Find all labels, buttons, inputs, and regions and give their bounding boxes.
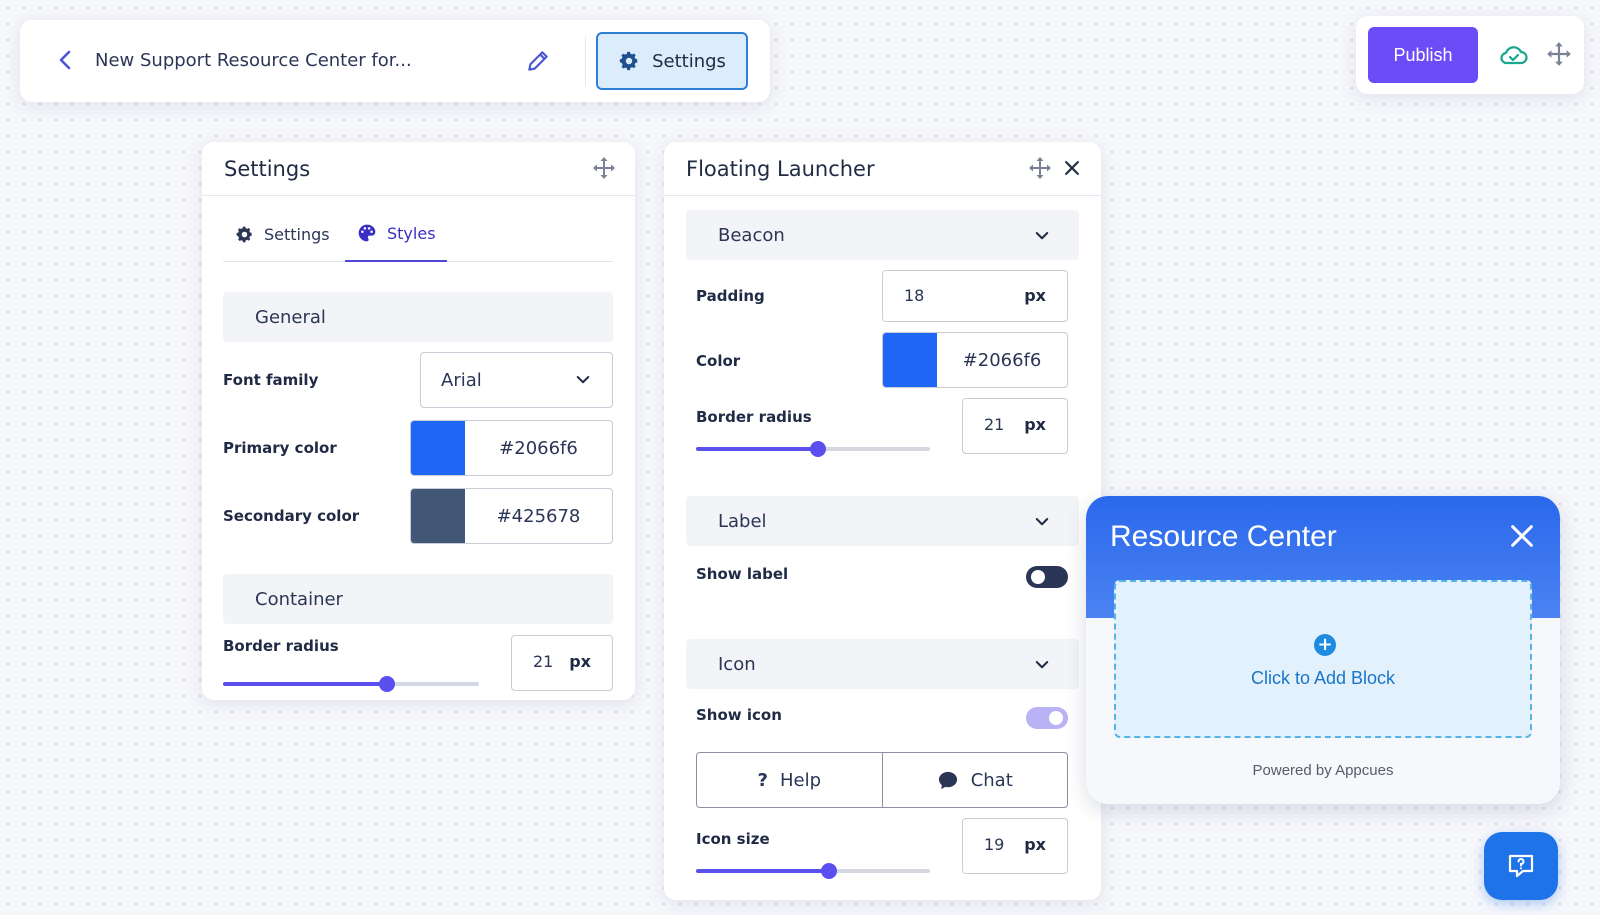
settings-panel: Settings Settings Styles General Font fa…	[202, 142, 635, 700]
publish-bar: Publish	[1356, 16, 1584, 94]
move-icon[interactable]	[592, 156, 616, 180]
icon-size-value: 19	[984, 835, 1005, 854]
padding-value: 18	[904, 286, 925, 305]
beacon-border-radius-slider[interactable]	[696, 439, 930, 459]
container-border-radius-unit: px	[569, 652, 591, 671]
section-container: Container	[223, 574, 613, 624]
icon-size-input[interactable]: 19 px	[962, 818, 1068, 874]
font-family-value: Arial	[441, 369, 482, 391]
powered-by-text: Powered by Appcues	[1252, 762, 1394, 779]
secondary-color-field[interactable]: #425678	[410, 488, 613, 544]
tab-styles-label: Styles	[387, 223, 436, 243]
resource-center-title: Resource Center	[1110, 520, 1337, 553]
chat-bubble-icon	[938, 771, 957, 790]
settings-panel-title: Settings	[224, 157, 311, 181]
section-general: General	[223, 292, 613, 342]
show-label-toggle[interactable]	[1026, 566, 1068, 588]
pencil-icon[interactable]	[525, 48, 551, 74]
secondary-color-hex: #425678	[496, 505, 581, 527]
padding-unit: px	[1024, 286, 1046, 305]
icon-option-help-label: Help	[779, 769, 821, 791]
palette-icon	[358, 224, 376, 242]
icon-option-help[interactable]: ? Help	[697, 753, 882, 807]
back-arrow-icon[interactable]	[54, 48, 78, 72]
slider-thumb[interactable]	[810, 441, 826, 457]
container-border-radius-input[interactable]: 21 px	[511, 635, 613, 691]
icon-size-slider[interactable]	[696, 861, 930, 881]
accordion-icon-label: Icon	[718, 653, 756, 675]
show-icon-toggle[interactable]	[1026, 707, 1068, 729]
toggle-knob	[1031, 570, 1045, 584]
slider-thumb[interactable]	[821, 863, 837, 879]
secondary-color-swatch[interactable]	[411, 489, 465, 543]
beacon-border-radius-value: 21	[984, 415, 1005, 434]
beacon-border-radius-input[interactable]: 21 px	[962, 398, 1068, 454]
tab-styles[interactable]: Styles	[345, 206, 447, 262]
tab-settings-label: Settings	[264, 224, 330, 244]
question-icon: ?	[757, 769, 768, 791]
primary-color-label: Primary color	[223, 439, 337, 457]
primary-color-field[interactable]: #2066f6	[410, 420, 613, 476]
chevron-down-icon	[1035, 518, 1049, 526]
icon-option-chat[interactable]: Chat	[881, 753, 1068, 807]
chat-question-icon	[1508, 854, 1534, 878]
settings-panel-header: Settings	[202, 142, 635, 196]
resource-center-preview: Resource Center + Click to Add Block Pow…	[1086, 496, 1560, 804]
beacon-color-label: Color	[696, 352, 741, 370]
toggle-knob	[1049, 711, 1063, 725]
accordion-beacon[interactable]: Beacon	[686, 210, 1079, 260]
slider-thumb[interactable]	[379, 676, 395, 692]
settings-button[interactable]: Settings	[596, 32, 748, 90]
beacon-color-swatch[interactable]	[883, 333, 937, 387]
container-border-radius-label: Border radius	[223, 637, 339, 655]
chevron-down-icon	[576, 376, 590, 384]
icon-type-segmented: ? Help Chat	[696, 752, 1068, 808]
accordion-label[interactable]: Label	[686, 496, 1079, 546]
primary-color-swatch[interactable]	[411, 421, 465, 475]
launcher-panel-header: Floating Launcher	[664, 142, 1101, 196]
accordion-icon[interactable]: Icon	[686, 639, 1079, 689]
accordion-label-label: Label	[718, 510, 767, 532]
topbar-divider	[585, 36, 586, 86]
primary-color-hex: #2066f6	[499, 437, 578, 459]
editor-topbar: New Support Resource Center for... Setti…	[20, 20, 770, 102]
help-launcher-button[interactable]	[1484, 832, 1558, 900]
document-title: New Support Resource Center for...	[95, 50, 412, 71]
beacon-color-field[interactable]: #2066f6	[882, 332, 1068, 388]
accordion-beacon-label: Beacon	[718, 224, 785, 246]
icon-size-unit: px	[1024, 835, 1046, 854]
secondary-color-label: Secondary color	[223, 507, 360, 525]
padding-label: Padding	[696, 287, 765, 305]
add-block-label: Click to Add Block	[1250, 668, 1396, 688]
icon-size-label: Icon size	[696, 830, 770, 848]
container-border-radius-value: 21	[533, 652, 554, 671]
settings-tabs: Settings Styles	[223, 206, 613, 262]
show-icon-label: Show icon	[696, 706, 782, 724]
close-icon[interactable]	[1062, 158, 1082, 178]
plus-circle-icon: +	[1314, 634, 1336, 656]
chevron-down-icon	[1035, 661, 1049, 669]
show-label-label: Show label	[696, 565, 789, 583]
container-border-radius-slider[interactable]	[223, 674, 479, 694]
floating-launcher-panel: Floating Launcher Beacon Padding 18 px C…	[664, 142, 1101, 900]
move-icon[interactable]	[1546, 41, 1572, 67]
font-family-label: Font family	[223, 371, 319, 389]
add-block-dropzone[interactable]: + Click to Add Block	[1114, 580, 1532, 738]
launcher-panel-title: Floating Launcher	[686, 157, 875, 181]
move-icon[interactable]	[1028, 156, 1052, 180]
gear-icon	[236, 226, 252, 242]
publish-button[interactable]: Publish	[1368, 27, 1478, 83]
beacon-border-radius-unit: px	[1024, 415, 1046, 434]
chevron-down-icon	[1035, 232, 1049, 240]
gear-icon	[619, 51, 638, 71]
beacon-border-radius-label: Border radius	[696, 408, 812, 426]
font-family-select[interactable]: Arial	[420, 352, 613, 408]
padding-input[interactable]: 18 px	[882, 270, 1068, 322]
icon-option-chat-label: Chat	[970, 769, 1013, 791]
beacon-color-hex: #2066f6	[962, 349, 1042, 371]
cloud-check-icon[interactable]	[1499, 42, 1529, 68]
tab-settings[interactable]: Settings	[235, 206, 343, 262]
close-icon[interactable]	[1508, 522, 1536, 550]
settings-button-label: Settings	[652, 50, 726, 72]
